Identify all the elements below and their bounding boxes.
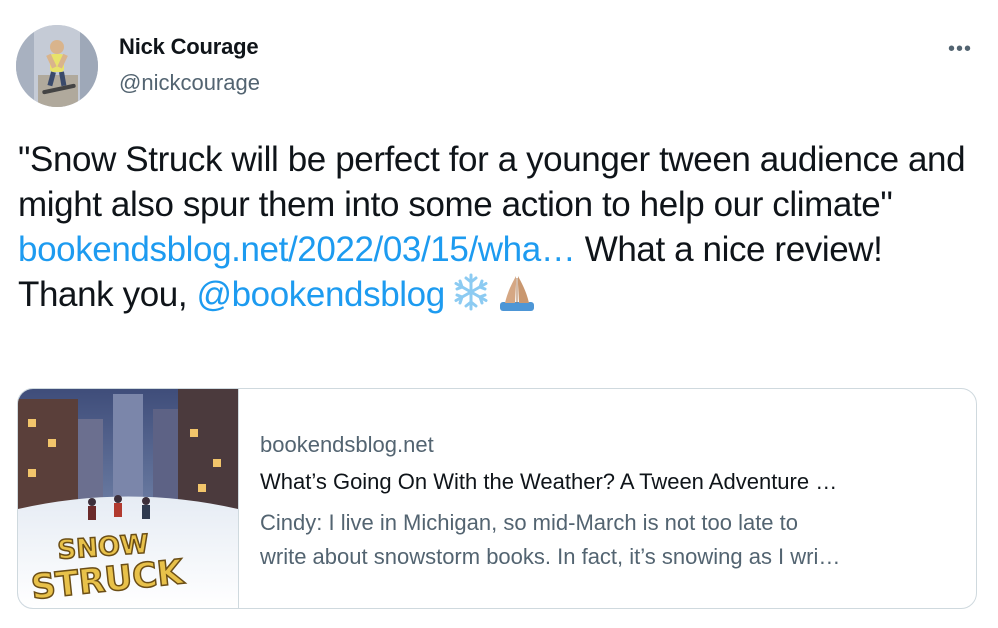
snowflake-icon [451, 272, 491, 312]
card-domain: bookendsblog.net [260, 432, 434, 457]
folded-hands-icon [497, 272, 537, 312]
card-title: What’s Going On With the Weather? A Twee… [260, 469, 838, 494]
tweet-text-body: "Snow Struck will be perfect for a young… [18, 140, 966, 224]
avatar[interactable] [16, 25, 98, 107]
more-options-icon[interactable]: ••• [948, 38, 972, 61]
card-description: Cindy: I live in Michigan, so mid-March … [260, 506, 960, 574]
tweet-text: "Snow Struck will be perfect for a young… [18, 137, 978, 317]
tweet-link[interactable]: bookendsblog.net/2022/03/15/wha… [18, 230, 576, 269]
card-description-line: write about snowstorm books. In fact, it… [260, 544, 841, 569]
author-handle[interactable]: @nickcourage [119, 70, 260, 96]
avatar-image [16, 25, 98, 107]
card-thumbnail: SNOW STRUCK [18, 389, 239, 608]
link-preview-card[interactable]: SNOW STRUCK bookendsblog.net What’s Goin… [17, 388, 977, 609]
mention-link[interactable]: @bookendsblog [196, 275, 445, 314]
card-description-line: Cindy: I live in Michigan, so mid-March … [260, 510, 799, 535]
author-name[interactable]: Nick Courage [119, 34, 259, 60]
